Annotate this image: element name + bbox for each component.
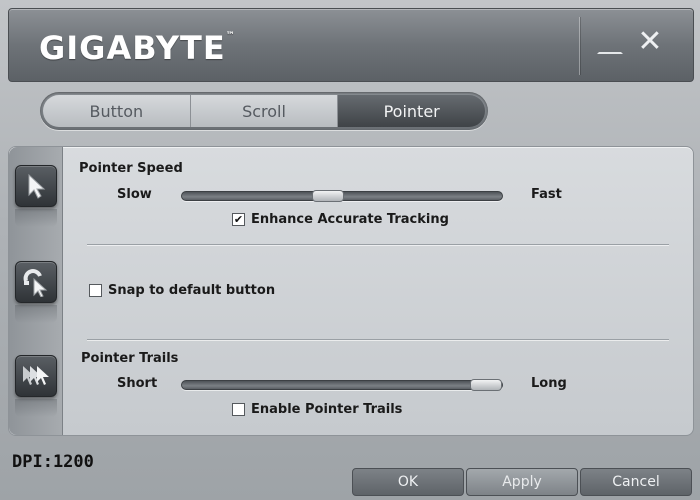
enhance-tracking-label: Enhance Accurate Tracking <box>251 212 449 227</box>
logo-text: GIGABYTE <box>39 29 226 67</box>
tab-button[interactable]: Button <box>43 95 191 127</box>
snap-magnet-icon <box>23 269 48 297</box>
footer-buttons: OK Apply Cancel <box>352 468 692 496</box>
enable-trails-option[interactable]: Enable Pointer Trails <box>232 402 402 417</box>
close-icon: ✕ <box>637 24 663 59</box>
pointer-speed-section-button[interactable] <box>15 165 57 207</box>
sidebar <box>9 147 63 435</box>
pointer-trails-icon <box>23 366 49 385</box>
title-bar: GIGABYTE™ ✕ <box>8 8 694 82</box>
header-divider <box>579 17 580 75</box>
close-button[interactable]: ✕ <box>636 24 664 59</box>
sidebar-reflection <box>15 399 57 417</box>
pointer-speed-title: Pointer Speed <box>79 161 183 176</box>
enable-trails-checkbox[interactable] <box>232 403 245 416</box>
enhance-tracking-checkbox[interactable]: ✔ <box>232 213 245 226</box>
pointer-speed-thumb[interactable] <box>311 190 344 202</box>
tab-scroll[interactable]: Scroll <box>190 95 339 127</box>
section-divider <box>87 339 669 340</box>
minimize-button[interactable] <box>596 29 624 55</box>
cancel-button[interactable]: Cancel <box>580 468 692 496</box>
enable-trails-label: Enable Pointer Trails <box>251 402 403 417</box>
pointer-trails-section-button[interactable] <box>15 355 57 397</box>
pointer-trails-slider[interactable] <box>181 379 503 391</box>
slow-label: Slow <box>117 187 152 202</box>
snap-section-button[interactable] <box>15 261 57 303</box>
snap-default-checkbox[interactable] <box>89 284 102 297</box>
pointer-trails-title: Pointer Trails <box>81 351 179 366</box>
pointer-speed-slider[interactable] <box>181 190 503 202</box>
section-divider <box>87 244 669 245</box>
short-label: Short <box>117 376 158 391</box>
enhance-tracking-option[interactable]: ✔ Enhance Accurate Tracking <box>232 212 449 227</box>
ok-button[interactable]: OK <box>352 468 464 496</box>
sidebar-reflection <box>15 209 57 227</box>
sidebar-reflection <box>15 305 57 323</box>
pointer-arrow-icon <box>28 173 46 199</box>
apply-button[interactable]: Apply <box>466 468 578 496</box>
snap-default-option[interactable]: Snap to default button <box>89 283 275 298</box>
pointer-trails-thumb[interactable] <box>470 379 502 391</box>
tab-pointer[interactable]: Pointer <box>338 95 485 127</box>
gigabyte-logo: GIGABYTE™ <box>39 29 236 67</box>
tab-bar: Button Scroll Pointer <box>40 92 488 130</box>
settings-panel: Pointer Speed Slow Fast ✔ Enhance Accura… <box>8 146 694 436</box>
logo-trademark: ™ <box>225 31 236 41</box>
snap-default-label: Snap to default button <box>108 283 276 298</box>
minimize-icon <box>597 30 623 54</box>
fast-label: Fast <box>531 187 562 202</box>
long-label: Long <box>531 376 567 391</box>
dpi-readout: DPI:1200 <box>12 452 94 472</box>
